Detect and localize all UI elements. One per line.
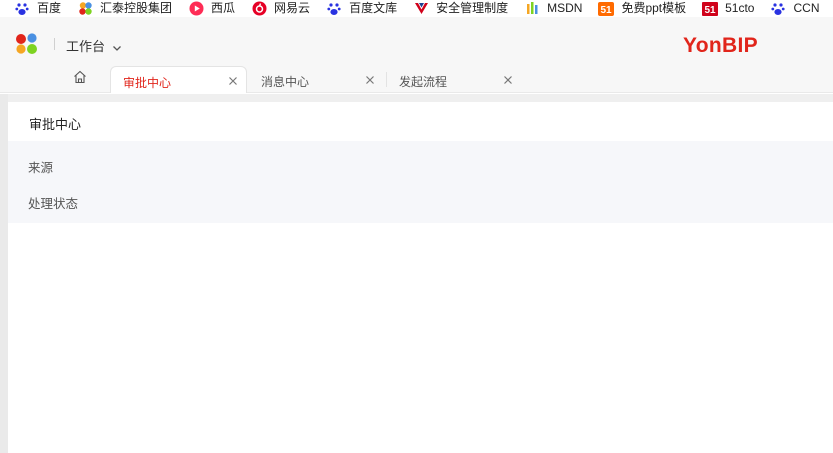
close-icon[interactable]	[365, 74, 375, 84]
colorful-petals-icon	[77, 1, 93, 17]
tab-approval-center[interactable]: 审批中心	[110, 66, 247, 93]
netease-music-icon	[251, 1, 267, 17]
tab-start-process[interactable]: 发起流程	[387, 66, 524, 93]
bookmark-safety[interactable]: 安全管理制度	[413, 0, 524, 17]
baidu-paw-icon	[770, 1, 786, 17]
bookmark-label: MSDN	[547, 1, 583, 15]
tab-label: 审批中心	[123, 76, 172, 90]
51-ppt-icon: 51	[598, 1, 615, 17]
bookmark-label: CCN	[793, 1, 820, 15]
bookmark-label: 安全管理制度	[436, 1, 509, 15]
app-logo-icon[interactable]	[15, 33, 39, 55]
msdn-icon	[524, 1, 540, 17]
baidu-paw-icon	[326, 1, 342, 17]
filter-source-label: 来源	[28, 161, 54, 175]
tab-message-center[interactable]: 消息中心	[249, 66, 386, 93]
filter-panel: 来源 处理状态	[8, 141, 833, 223]
v-shield-icon	[413, 1, 429, 17]
bookmark-netease[interactable]: 网易云	[251, 0, 326, 17]
filter-status-label: 处理状态	[28, 197, 79, 211]
workbench-dropdown[interactable]: 工作台	[66, 36, 122, 55]
home-icon	[73, 70, 87, 89]
xigua-play-icon	[188, 1, 204, 17]
content-body	[8, 223, 833, 453]
bookmark-label: 百度	[37, 1, 62, 15]
app-header: 工作台 YonBIP 审批中心 消息中心 发起流程	[0, 17, 833, 93]
bookmark-label: 百度文库	[349, 1, 398, 15]
tab-label: 发起流程	[399, 75, 448, 89]
bookmark-label: 网易云	[274, 1, 311, 15]
bookmarks-bar: 百度 汇泰控股集团 西瓜 网易云 百度文库 安全管理制度 MSDN 51 免费p…	[0, 0, 833, 17]
brand-logo: YonBIP	[683, 34, 758, 57]
svg-text:51: 51	[601, 5, 613, 16]
workbench-label: 工作台	[66, 39, 106, 54]
chevron-down-icon	[112, 41, 122, 51]
51cto-icon: 51	[702, 1, 719, 17]
tab-label: 消息中心	[261, 75, 310, 89]
bookmark-label: 汇泰控股集团	[100, 1, 173, 15]
tab-bar: 审批中心 消息中心 发起流程	[0, 65, 833, 93]
bookmark-ppt[interactable]: 51 免费ppt模板	[598, 0, 702, 17]
home-tab[interactable]	[64, 65, 96, 93]
bookmark-msdn[interactable]: MSDN	[524, 0, 598, 17]
close-icon[interactable]	[228, 75, 238, 85]
left-gutter	[0, 94, 8, 453]
close-icon[interactable]	[503, 74, 513, 84]
bookmark-label: 免费ppt模板	[621, 1, 687, 15]
header-divider	[54, 38, 55, 50]
bookmark-51cto[interactable]: 51 51cto	[702, 0, 770, 17]
page-title: 审批中心	[29, 117, 82, 132]
bookmark-baidu[interactable]: 百度	[14, 0, 77, 17]
page-title-bar: 审批中心	[8, 102, 833, 141]
bookmark-label: 西瓜	[211, 1, 236, 15]
bookmark-ccn[interactable]: CCN	[770, 0, 833, 17]
content-gap	[8, 94, 833, 102]
bookmark-xigua[interactable]: 西瓜	[188, 0, 251, 17]
bookmark-huitai[interactable]: 汇泰控股集团	[77, 0, 188, 17]
bookmark-label: 51cto	[725, 1, 755, 15]
svg-text:51: 51	[705, 5, 717, 16]
baidu-paw-icon	[14, 1, 30, 17]
bookmark-baidu-wenku[interactable]: 百度文库	[326, 0, 413, 17]
